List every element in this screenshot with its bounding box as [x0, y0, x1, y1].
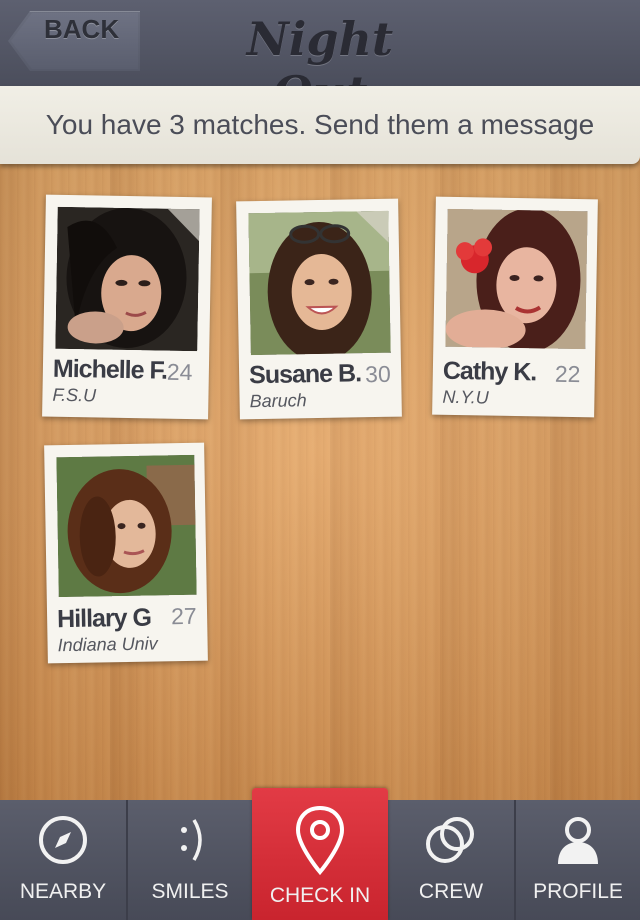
- tab-crew-label: CREW: [418, 880, 484, 903]
- match-school: Indiana Univ: [57, 633, 158, 656]
- match-name: Hillary G: [56, 603, 152, 634]
- match-school: F.S.U: [52, 384, 97, 406]
- profile-photo: [248, 210, 391, 356]
- profile-photo: [445, 208, 588, 350]
- tab-smiles[interactable]: SMILES: [128, 800, 254, 920]
- match-card[interactable]: Hillary G 27 Indiana Univ: [44, 442, 208, 664]
- match-age: 24: [166, 358, 193, 386]
- tab-profile-label: PROFILE: [533, 880, 623, 903]
- match-name: Susane B.: [248, 359, 362, 390]
- tab-bar: NEARBY SMILES CHECK IN CREW PROFILE: [0, 788, 640, 920]
- profile-photo: [56, 454, 197, 598]
- back-button-label[interactable]: BACK: [44, 14, 119, 45]
- match-card[interactable]: Cathy K. 22 N.Y.U: [432, 196, 598, 418]
- match-card[interactable]: Susane B. 30 Baruch: [236, 198, 402, 420]
- match-age: 27: [170, 602, 197, 630]
- tab-check-in-label: CHECK IN: [269, 884, 371, 907]
- match-school: Baruch: [249, 390, 307, 412]
- matches-banner: You have 3 matches. Send them a message: [0, 86, 640, 164]
- match-name: Cathy K.: [442, 356, 537, 387]
- match-card[interactable]: Michelle F. 24 F.S.U: [42, 194, 212, 420]
- nav-header: BACK Night Out: [0, 0, 640, 120]
- match-age: 22: [554, 360, 581, 388]
- match-age: 30: [364, 360, 391, 388]
- tab-nearby[interactable]: NEARBY: [0, 800, 128, 920]
- tab-check-in[interactable]: CHECK IN: [252, 788, 388, 920]
- map-pin-icon: [294, 804, 346, 881]
- tab-crew[interactable]: CREW: [388, 800, 516, 920]
- compass-icon: [37, 814, 89, 871]
- match-name: Michelle F.: [52, 354, 168, 385]
- user-icon: [552, 814, 604, 871]
- profile-photo: [55, 206, 200, 352]
- tab-smiles-label: SMILES: [151, 880, 229, 903]
- smiley-icon: [164, 814, 216, 871]
- match-school: N.Y.U: [442, 386, 489, 408]
- rings-icon: [423, 814, 479, 871]
- tab-nearby-label: NEARBY: [19, 880, 107, 903]
- tab-profile[interactable]: PROFILE: [516, 800, 640, 920]
